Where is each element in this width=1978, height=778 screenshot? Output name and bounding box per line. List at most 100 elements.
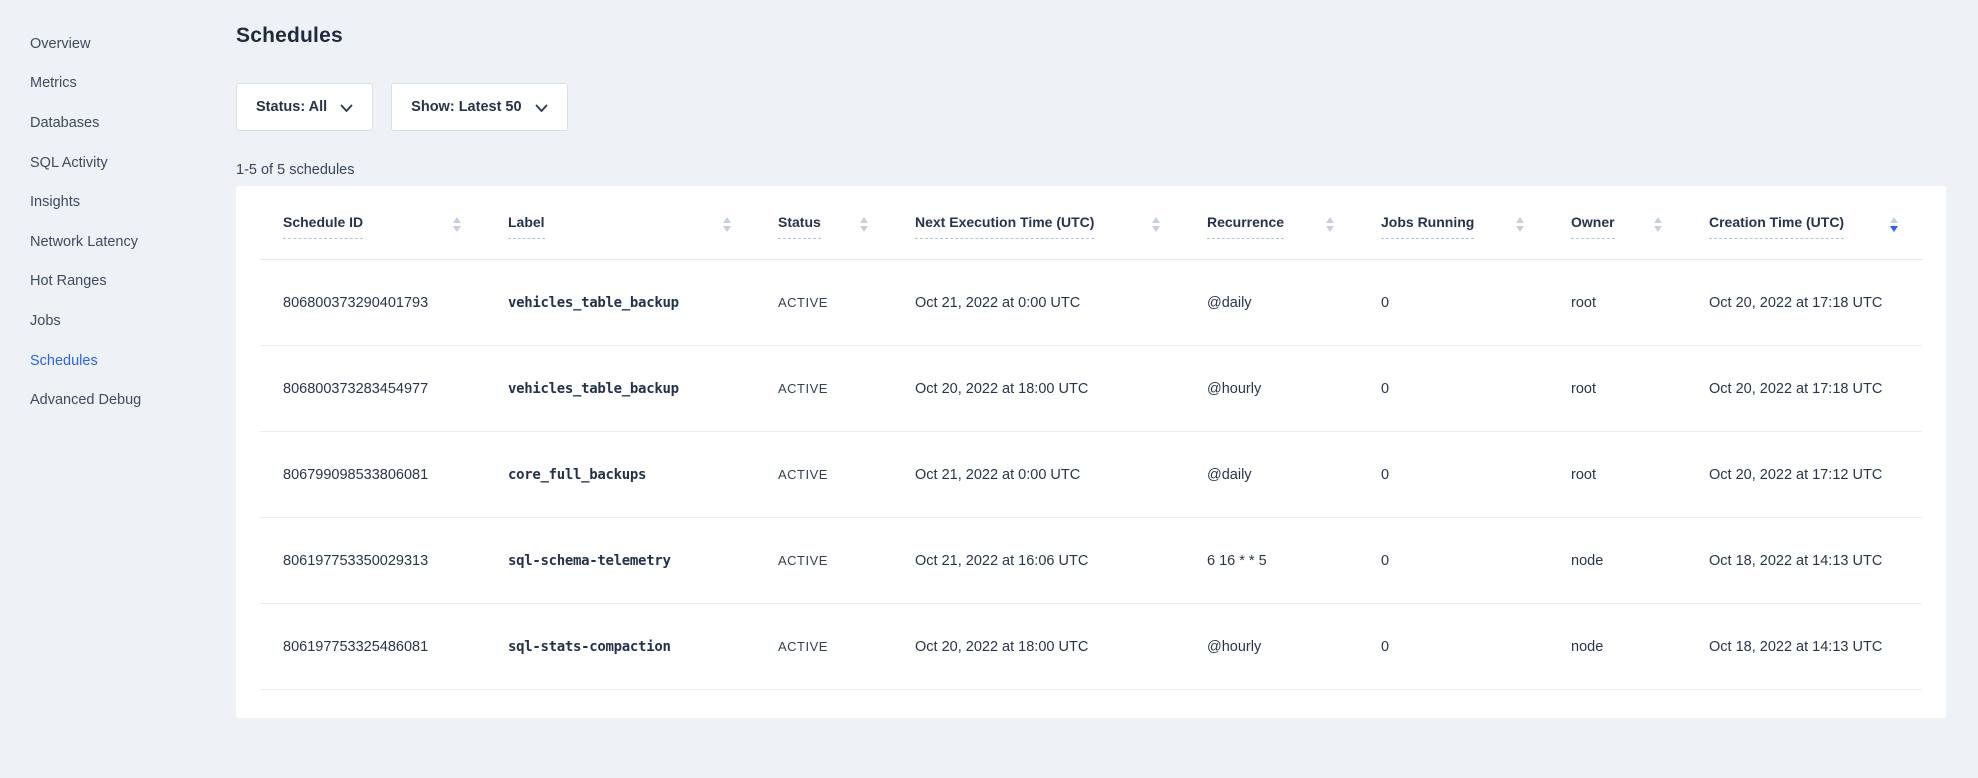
- sort-arrows-icon[interactable]: [1326, 217, 1334, 232]
- table-row: 806197753325486081 sql-stats-compaction …: [260, 604, 1922, 690]
- sort-arrows-icon[interactable]: [723, 217, 731, 232]
- sidebar-item-jobs[interactable]: Jobs: [30, 301, 220, 341]
- cell-jobs-running: 0: [1358, 604, 1548, 690]
- column-header-next-execution-time-utc[interactable]: Next Execution Time (UTC): [892, 186, 1184, 260]
- cell-recurrence: @daily: [1184, 432, 1358, 518]
- column-header-label[interactable]: Label: [485, 186, 755, 260]
- cell-owner: node: [1548, 604, 1686, 690]
- cell-owner: root: [1548, 432, 1686, 518]
- cell-creation-time: Oct 18, 2022 at 14:13 UTC: [1686, 518, 1922, 604]
- sort-asc-icon: [1326, 217, 1334, 223]
- sort-desc-icon: [1654, 226, 1662, 232]
- sidebar-item-label: Jobs: [30, 313, 61, 329]
- sidebar-item-hot-ranges[interactable]: Hot Ranges: [30, 262, 220, 302]
- sidebar-item-advanced-debug[interactable]: Advanced Debug: [30, 380, 220, 420]
- cell-label: vehicles_table_backup: [485, 260, 755, 346]
- table-row: 806800373290401793 vehicles_table_backup…: [260, 260, 1922, 346]
- column-header-label: Creation Time (UTC): [1709, 214, 1844, 239]
- cell-schedule-id: 806197753325486081: [260, 604, 485, 690]
- column-header-status[interactable]: Status: [755, 186, 892, 260]
- cell-status: ACTIVE: [755, 260, 892, 346]
- cell-schedule-id: 806799098533806081: [260, 432, 485, 518]
- column-header-creation-time-utc[interactable]: Creation Time (UTC): [1686, 186, 1922, 260]
- cell-status: ACTIVE: [755, 346, 892, 432]
- cell-owner: root: [1548, 346, 1686, 432]
- table-row: 806197753350029313 sql-schema-telemetry …: [260, 518, 1922, 604]
- table-row: 806799098533806081 core_full_backups ACT…: [260, 432, 1922, 518]
- sort-arrows-icon[interactable]: [1890, 217, 1898, 232]
- sidebar-item-metrics[interactable]: Metrics: [30, 64, 220, 104]
- table-body: 806800373290401793 vehicles_table_backup…: [260, 260, 1922, 690]
- status-filter-dropdown[interactable]: Status: All: [236, 83, 373, 131]
- sort-asc-icon: [860, 217, 868, 223]
- cell-status: ACTIVE: [755, 518, 892, 604]
- sidebar-item-databases[interactable]: Databases: [30, 103, 220, 143]
- sort-desc-icon: [1890, 226, 1898, 232]
- sidebar-item-label: Hot Ranges: [30, 273, 107, 289]
- cell-jobs-running: 0: [1358, 518, 1548, 604]
- cell-recurrence: @hourly: [1184, 346, 1358, 432]
- cell-creation-time: Oct 20, 2022 at 17:18 UTC: [1686, 346, 1922, 432]
- cell-next-execution: Oct 20, 2022 at 18:00 UTC: [892, 346, 1184, 432]
- cell-creation-time: Oct 20, 2022 at 17:18 UTC: [1686, 260, 1922, 346]
- sort-desc-icon: [1516, 226, 1524, 232]
- cell-recurrence: 6 16 * * 5: [1184, 518, 1358, 604]
- sort-arrows-icon[interactable]: [860, 217, 868, 232]
- cell-next-execution: Oct 20, 2022 at 18:00 UTC: [892, 604, 1184, 690]
- cell-jobs-running: 0: [1358, 260, 1548, 346]
- sidebar-item-label: Overview: [30, 36, 90, 52]
- sort-arrows-icon[interactable]: [453, 217, 461, 232]
- cell-owner: root: [1548, 260, 1686, 346]
- page-title: Schedules: [236, 23, 1946, 49]
- table-header-row: Schedule ID Label Status Next Execution …: [260, 186, 1922, 260]
- sort-desc-icon: [860, 226, 868, 232]
- column-header-label: Schedule ID: [283, 214, 363, 239]
- show-filter-dropdown[interactable]: Show: Latest 50: [391, 83, 567, 131]
- cell-owner: node: [1548, 518, 1686, 604]
- sidebar-nav: Overview Metrics Databases SQL Activity …: [30, 24, 220, 420]
- sidebar-item-overview[interactable]: Overview: [30, 24, 220, 64]
- results-count: 1-5 of 5 schedules: [236, 162, 1946, 179]
- sidebar-item-label: Advanced Debug: [30, 392, 141, 408]
- column-header-owner[interactable]: Owner: [1548, 186, 1686, 260]
- schedules-table: Schedule ID Label Status Next Execution …: [260, 186, 1922, 690]
- cell-schedule-id: 806197753350029313: [260, 518, 485, 604]
- chevron-down-icon: [535, 104, 548, 113]
- cell-creation-time: Oct 20, 2022 at 17:12 UTC: [1686, 432, 1922, 518]
- sort-arrows-icon[interactable]: [1516, 217, 1524, 232]
- sidebar-item-label: Metrics: [30, 75, 77, 91]
- column-header-recurrence[interactable]: Recurrence: [1184, 186, 1358, 260]
- sidebar-item-network-latency[interactable]: Network Latency: [30, 222, 220, 262]
- sort-desc-icon: [723, 226, 731, 232]
- column-header-jobs-running[interactable]: Jobs Running: [1358, 186, 1548, 260]
- cell-status: ACTIVE: [755, 432, 892, 518]
- status-filter-label: Status: All: [256, 99, 327, 115]
- cell-next-execution: Oct 21, 2022 at 16:06 UTC: [892, 518, 1184, 604]
- sidebar-item-schedules[interactable]: Schedules: [30, 341, 220, 381]
- sort-desc-icon: [453, 226, 461, 232]
- chevron-down-icon: [340, 104, 353, 113]
- sidebar-item-insights[interactable]: Insights: [30, 182, 220, 222]
- cell-next-execution: Oct 21, 2022 at 0:00 UTC: [892, 432, 1184, 518]
- sort-arrows-icon[interactable]: [1654, 217, 1662, 232]
- sidebar-item-label: Insights: [30, 194, 80, 210]
- sort-desc-icon: [1152, 226, 1160, 232]
- cell-recurrence: @hourly: [1184, 604, 1358, 690]
- show-filter-label: Show: Latest 50: [411, 99, 521, 115]
- sort-arrows-icon[interactable]: [1152, 217, 1160, 232]
- cell-creation-time: Oct 18, 2022 at 14:13 UTC: [1686, 604, 1922, 690]
- sidebar-item-label: Schedules: [30, 353, 98, 369]
- main-content: Schedules Status: All Show: Latest 50 1-…: [236, 0, 1946, 718]
- schedules-table-card: Schedule ID Label Status Next Execution …: [236, 186, 1946, 718]
- column-header-label: Status: [778, 214, 821, 239]
- sort-asc-icon: [1152, 217, 1160, 223]
- cell-jobs-running: 0: [1358, 346, 1548, 432]
- cell-schedule-id: 806800373290401793: [260, 260, 485, 346]
- cell-next-execution: Oct 21, 2022 at 0:00 UTC: [892, 260, 1184, 346]
- filter-bar: Status: All Show: Latest 50: [236, 83, 1946, 131]
- cell-label: sql-schema-telemetry: [485, 518, 755, 604]
- cell-status: ACTIVE: [755, 604, 892, 690]
- sidebar-item-sql-activity[interactable]: SQL Activity: [30, 143, 220, 183]
- sort-desc-icon: [1326, 226, 1334, 232]
- column-header-schedule-id[interactable]: Schedule ID: [260, 186, 485, 260]
